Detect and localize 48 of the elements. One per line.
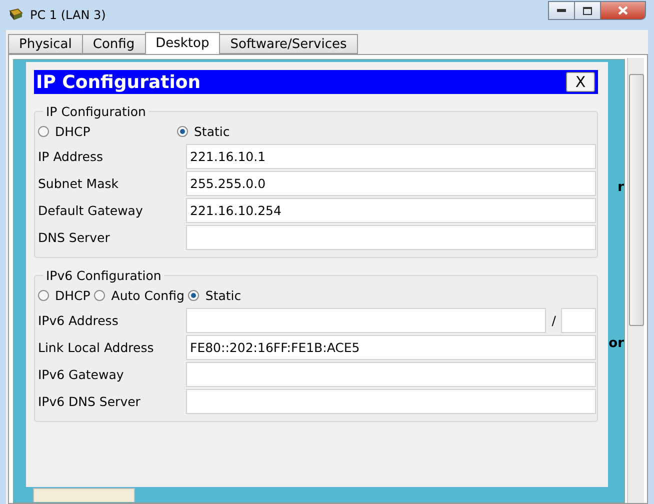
field-label: Link Local Address xyxy=(38,340,155,355)
dialog-title: IP Configuration xyxy=(36,72,201,92)
prefix-field[interactable] xyxy=(561,308,596,333)
field-label: IP Address xyxy=(38,149,104,164)
maximize-icon xyxy=(583,6,592,14)
radio-button[interactable] xyxy=(94,290,106,300)
close-button[interactable]: X xyxy=(566,72,595,92)
group-title: IPv6 Configuration xyxy=(45,268,162,283)
tab[interactable]: Desktop xyxy=(144,32,220,54)
input-field[interactable] xyxy=(186,362,596,387)
tab[interactable]: Physical xyxy=(8,34,83,54)
tab[interactable]: Config xyxy=(82,34,146,54)
field-label: Default Gateway xyxy=(38,203,144,218)
input-field[interactable]: 255.255.0.0 xyxy=(186,171,596,196)
partial-label: r xyxy=(618,180,624,195)
field-label: IPv6 Gateway xyxy=(38,367,125,382)
input-field[interactable] xyxy=(186,308,546,333)
input-field[interactable]: 221.16.10.254 xyxy=(186,198,596,223)
slash-separator: / xyxy=(550,313,557,328)
radio-button[interactable] xyxy=(188,290,200,300)
radio-button[interactable] xyxy=(38,290,49,300)
radio-option[interactable]: Static xyxy=(177,124,312,138)
radio-option[interactable]: DHCP xyxy=(38,124,173,138)
radio-option[interactable]: Auto Config xyxy=(94,288,184,302)
scroll-thumb[interactable] xyxy=(628,74,644,326)
group-title: IP Configuration xyxy=(45,104,147,119)
field-label: IPv6 Address xyxy=(38,313,120,328)
pc-icon xyxy=(8,8,24,22)
radio-option[interactable]: DHCP xyxy=(38,288,90,302)
field-label: Subnet Mask xyxy=(38,176,120,191)
minimize-button[interactable] xyxy=(548,1,575,20)
input-field[interactable] xyxy=(186,389,596,414)
field-label: IPv6 DNS Server xyxy=(38,394,142,409)
window-title: PC 1 (LAN 3) xyxy=(30,8,107,22)
partial-label: or xyxy=(608,336,624,351)
tab[interactable]: Software/Services xyxy=(219,34,358,54)
input-field[interactable] xyxy=(186,225,596,250)
maximize-button[interactable] xyxy=(574,1,601,20)
input-field[interactable]: 221.16.10.1 xyxy=(186,144,596,169)
radio-button[interactable] xyxy=(38,126,49,136)
minimize-icon xyxy=(557,9,566,12)
field-label: DNS Server xyxy=(38,230,111,245)
radio-option[interactable]: Static xyxy=(188,288,242,302)
input-field[interactable]: FE80::202:16FF:FE1B:ACE5 xyxy=(186,335,596,360)
close-icon xyxy=(618,6,628,15)
radio-button[interactable] xyxy=(177,126,188,136)
scrollbar[interactable] xyxy=(627,58,644,503)
close-button[interactable] xyxy=(600,1,646,20)
